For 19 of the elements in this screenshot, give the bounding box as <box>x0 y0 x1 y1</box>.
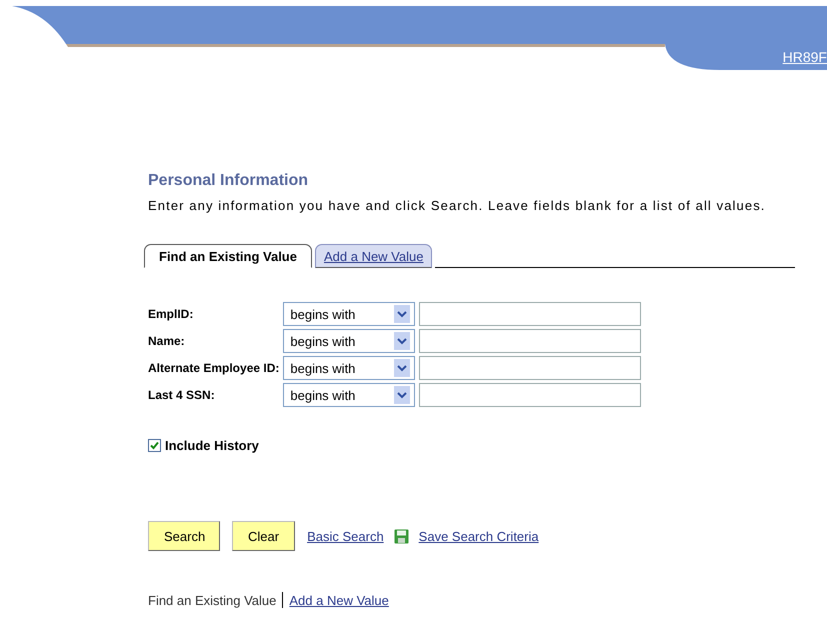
field-label: Name: <box>148 334 186 348</box>
operator-dropdown[interactable]: begins with <box>283 302 416 326</box>
basic-search-link[interactable]: Basic Search <box>307 528 384 544</box>
operator-dropdown[interactable]: begins with <box>283 383 416 407</box>
action-button[interactable]: Clear <box>232 521 296 551</box>
tab[interactable]: Find an Existing Value <box>144 244 312 268</box>
operator-dropdown[interactable]: begins with <box>283 356 416 380</box>
field-label: EmplID: <box>148 307 194 321</box>
page-title: Personal Information <box>148 172 310 190</box>
save-search-criteria-link[interactable]: Save Search Criteria <box>418 528 539 544</box>
action-button[interactable]: Search <box>148 521 220 551</box>
checkbox-label: Include History <box>165 438 259 453</box>
footer-text: Find an Existing Value <box>148 592 276 608</box>
footer-link[interactable]: Add a New Value <box>289 592 389 608</box>
tab[interactable]: Add a New Value <box>314 244 432 268</box>
instructions-text: Enter any information you have and click Search. Leave fields blank for a list of all values. <box>148 198 767 213</box>
field-label: Last 4 SSN: <box>148 388 216 402</box>
field-label: Alternate Employee ID: <box>148 361 280 375</box>
operator-dropdown[interactable]: begins with <box>283 329 416 353</box>
